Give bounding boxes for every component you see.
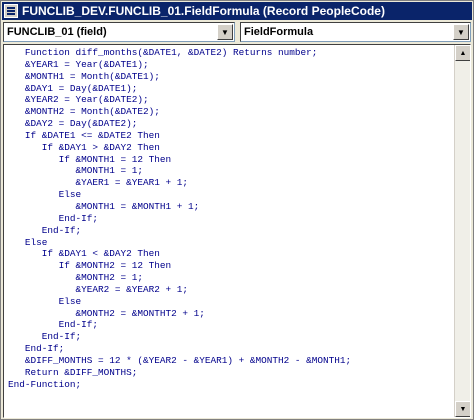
code-line: &YAER1 = &YEAR1 + 1;: [8, 177, 189, 189]
peoplecode-editor-window: FUNCLIB_DEV.FUNCLIB_01.FieldFormula (Rec…: [0, 0, 474, 420]
code-line: &MONTH1 = Month(&DATE1);: [8, 70, 160, 82]
code-line: If &DAY1 > &DAY2 Then: [8, 141, 160, 153]
code-line: End-If;: [8, 212, 99, 224]
event-dropdown[interactable]: FieldFormula ▼: [240, 22, 471, 42]
code-line: Return &DIFF_MONTHS;: [8, 366, 138, 378]
editor-toolbar: FUNCLIB_01 (field) ▼ FieldFormula ▼: [3, 22, 471, 42]
code-line: &DIFF_MONTHS = 12 * (&YEAR2 - &YEAR1) + …: [8, 354, 352, 366]
code-line: &DAY2 = Day(&DATE2);: [8, 118, 138, 130]
code-editor[interactable]: Function diff_months(&DATE1, &DATE2) Ret…: [3, 44, 471, 418]
code-line: If &DAY1 < &DAY2 Then: [8, 248, 160, 260]
code-line: &MONTH1 = &MONTH1 + 1;: [8, 200, 200, 212]
scroll-down-icon[interactable]: ▼: [455, 401, 470, 417]
object-dropdown[interactable]: FUNCLIB_01 (field) ▼: [3, 22, 235, 42]
event-dropdown-value: FieldFormula: [244, 26, 314, 38]
window-title: FUNCLIB_DEV.FUNCLIB_01.FieldFormula (Rec…: [22, 4, 385, 18]
code-line: &YEAR2 = &YEAR2 + 1;: [8, 283, 189, 295]
code-line: &MONTH1 = 1;: [8, 165, 144, 177]
chevron-down-icon[interactable]: ▼: [453, 24, 469, 40]
chevron-down-icon[interactable]: ▼: [217, 24, 233, 40]
code-line: If &MONTH1 = 12 Then: [8, 153, 172, 165]
code-line: Function diff_months(&DATE1, &DATE2) Ret…: [8, 47, 318, 58]
code-line: &YEAR2 = Year(&DATE2);: [8, 94, 149, 106]
code-line: End-If;: [8, 331, 82, 343]
code-line: If &MONTH2 = 12 Then: [8, 260, 172, 272]
code-line: If &DATE1 <= &DATE2 Then: [8, 129, 160, 141]
code-line: &YEAR1 = Year(&DATE1);: [8, 58, 149, 70]
peoplecode-window-icon: [4, 4, 18, 18]
code-line: End-Function;: [8, 378, 82, 390]
code-line: Else: [8, 189, 82, 201]
code-line: End-If;: [8, 224, 82, 236]
code-line: &MONTH2 = &MONTHT2 + 1;: [8, 307, 205, 319]
code-line: Else: [8, 295, 82, 307]
code-line: &MONTH2 = Month(&DATE2);: [8, 106, 160, 118]
code-line: &MONTH2 = 1;: [8, 272, 144, 284]
vertical-scrollbar[interactable]: ▲ ▼: [454, 45, 470, 417]
code-text-area[interactable]: Function diff_months(&DATE1, &DATE2) Ret…: [8, 47, 452, 390]
code-line: &DAY1 = Day(&DATE1);: [8, 82, 138, 94]
object-dropdown-value: FUNCLIB_01 (field): [7, 26, 107, 38]
scroll-up-icon[interactable]: ▲: [455, 45, 470, 61]
code-line: Else: [8, 236, 48, 248]
code-line: End-If;: [8, 319, 99, 331]
code-line: End-If;: [8, 343, 65, 355]
title-bar[interactable]: FUNCLIB_DEV.FUNCLIB_01.FieldFormula (Rec…: [2, 2, 472, 20]
